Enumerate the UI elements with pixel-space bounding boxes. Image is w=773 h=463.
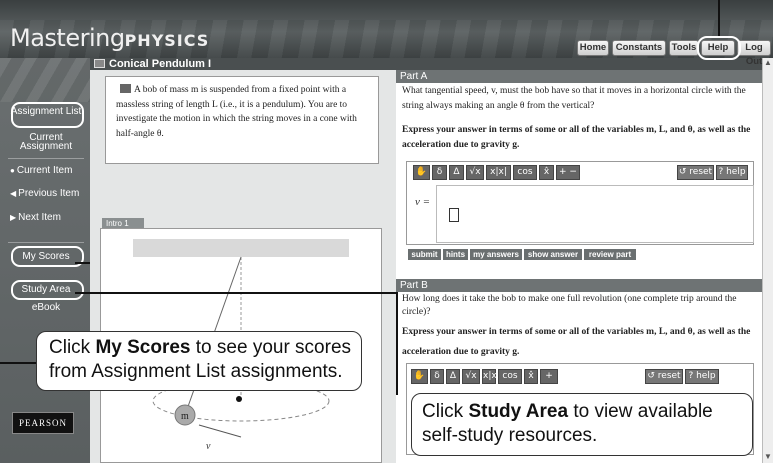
study-area-callout: Click Study Area to view available self-… [411,393,753,456]
part-a-delta-big-button[interactable]: Δ [449,165,464,180]
callout-bold-text: My Scores [95,337,191,358]
part-b-reset-button[interactable]: ↺ reset [645,369,683,384]
part-a-answer-input[interactable] [436,185,754,243]
part-b-instruction: Express your answer in terms of some or … [402,327,751,357]
study-area-leader-line [75,292,397,294]
part-a-delta-small-button[interactable]: δ [432,165,447,180]
page-title: Conical Pendulum I [109,58,212,70]
scroll-up-icon[interactable]: ▲ [763,58,773,68]
image-icon [94,59,105,68]
nav-constants-button[interactable]: Constants [612,40,666,56]
velocity-arrow [198,424,242,438]
my-scores-leader-line [0,362,36,364]
triangle-right-icon: ▶ [10,213,17,222]
mastering-physics-screen: MasteringPHYSICS Home Constants Tools He… [0,0,773,463]
my-scores-callout: Click My Scores to see your scores from … [36,331,362,391]
part-a-question: What tangential speed, v, must the bob h… [402,86,746,111]
part-b-cos-button[interactable]: cos [498,369,522,384]
assignment-list-highlight-ring [11,102,84,128]
help-leader-line [718,0,720,36]
help-highlight-ring [697,36,741,60]
my-scores-leader-line [75,262,90,264]
study-area-highlight-ring [11,280,84,300]
image-icon [120,84,131,93]
bullet-icon: ● [10,166,15,175]
part-a-input-cursor [449,208,459,222]
part-a-sqrt-button[interactable]: √x [466,165,484,180]
part-b-abs-button[interactable]: x|x| [482,369,500,384]
part-a-plus-minus-button[interactable]: + − [556,165,580,180]
part-a-cos-button[interactable]: cos [513,165,537,180]
my-scores-highlight-ring [11,246,84,267]
velocity-label: v⃗ [206,441,218,452]
sidebar-item-next-item-label: Next Item [18,212,61,223]
sidebar-item-current-item-label: Current Item [16,165,73,176]
part-b-sqrt-button[interactable]: √x [462,369,480,384]
sidebar-item-ebook[interactable]: eBook [10,303,82,313]
part-b-delta-small-button[interactable]: δ [430,369,444,384]
intro-text-box: A bob of mass m is suspended from a fixe… [105,76,379,164]
logo-text-physics: PHYSICS [124,31,210,50]
submit-button[interactable]: submit [408,249,441,260]
sidebar-item-current-assignment[interactable]: Current Assignment [10,133,82,152]
bob-label: m [181,411,189,422]
vertical-scrollbar[interactable]: ▲ ▼ [762,58,773,463]
part-a-hand-tool-button[interactable]: ✋ [413,165,430,180]
part-b-help-button[interactable]: ? help [685,369,719,384]
part-b-delta-big-button[interactable]: Δ [446,369,460,384]
scroll-down-icon[interactable]: ▼ [763,452,773,462]
sidebar-divider [8,158,84,159]
sidebar-item-current-item[interactable]: ● Current Item [10,165,82,176]
sidebar-divider [8,242,84,243]
sidebar-item-next-item[interactable]: ▶ Next Item [10,212,82,223]
sidebar-item-previous-item-label: Previous Item [18,188,80,199]
circle-center-dot [236,396,242,402]
callout-text: Click [49,337,96,358]
nav-logout-button[interactable]: Log Out [737,40,771,67]
part-a-instruction: Express your answer in terms of some or … [402,125,751,150]
part-b-vector-button[interactable]: x̂ [524,369,538,384]
triangle-left-icon: ◀ [10,189,17,198]
part-b-question: How long does it take the bob to make on… [402,294,737,317]
callout-text: Click [422,401,469,422]
part-b-plus-minus-button[interactable]: + − [540,369,558,394]
app-logo: MasteringPHYSICS [10,24,209,52]
callout-bold-text: Study Area [468,401,569,422]
intro-text: A bob of mass m is suspended from a fixe… [116,85,357,139]
part-a-help-button[interactable]: ? help [716,165,748,180]
logo-text-mastering: Mastering [10,24,125,52]
part-a-header: Part A [396,70,762,83]
part-a-variable-label: v = [415,196,431,208]
part-a-abs-button[interactable]: x|x| [486,165,511,180]
study-area-leader-line [396,292,398,395]
my-answers-button[interactable]: my answers [470,249,522,260]
part-a-reset-button[interactable]: ↺ reset [677,165,714,180]
part-b-header: Part B [396,279,762,292]
item-title-bar: Conical Pendulum I [90,58,762,70]
part-a-vector-button[interactable]: x̂ [539,165,554,180]
ceiling-bar [133,239,349,257]
nav-tools-button[interactable]: Tools [669,40,699,56]
show-answer-button[interactable]: show answer [524,249,582,260]
review-part-button[interactable]: review part [584,249,636,260]
pearson-logo: PEARSON [12,412,74,434]
sidebar-item-previous-item[interactable]: ◀ Previous Item [10,188,82,199]
hints-button[interactable]: hints [443,249,468,260]
nav-home-button[interactable]: Home [577,40,609,56]
part-b-hand-tool-button[interactable]: ✋ [411,369,428,384]
